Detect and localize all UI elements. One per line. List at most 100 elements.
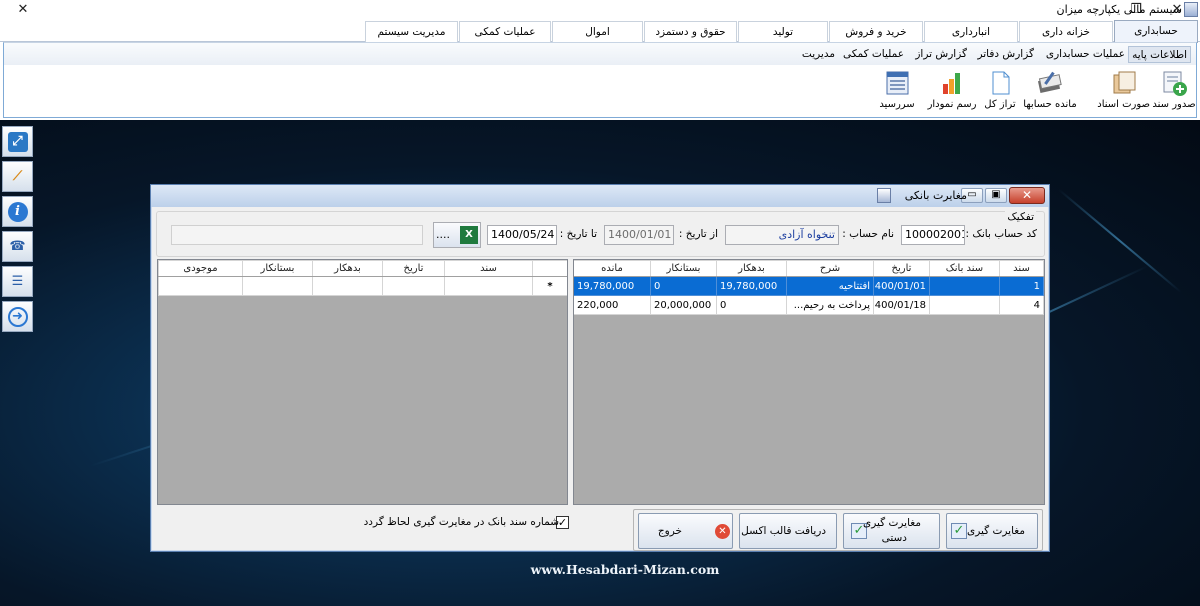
- ribbon-label: صدور سند: [1152, 99, 1196, 110]
- wand-button[interactable]: ⟋: [2, 161, 33, 192]
- column-header[interactable]: موجودی: [158, 260, 243, 277]
- table-cell: 0: [650, 276, 717, 296]
- ribbon-account-balances[interactable]: مانده حسابها: [1021, 69, 1079, 115]
- ribbon-label: مانده حسابها: [1023, 99, 1077, 110]
- calendar-list-icon: [882, 69, 912, 97]
- column-header[interactable]: سند: [999, 260, 1044, 277]
- ribbon-label: صورت اسناد: [1097, 99, 1150, 110]
- column-header[interactable]: تاریخ: [873, 260, 930, 277]
- new-row[interactable]: *: [158, 276, 567, 296]
- logout-icon: ➜: [7, 306, 28, 327]
- dialog-maximize-button[interactable]: ▣: [985, 188, 1007, 203]
- tab-helper-ops[interactable]: عملیات کمکی: [459, 21, 551, 42]
- bank-records-table: سند سند بانک تاریخ شرح بدهکار بستانکار م…: [574, 260, 1044, 315]
- tab-sales[interactable]: خرید و فروش: [829, 21, 923, 42]
- table-cell[interactable]: [382, 276, 445, 296]
- exit-button[interactable]: ✕ خروج: [638, 513, 733, 549]
- dialog-title: مغایرت بانکی: [904, 189, 967, 202]
- tab-inventory[interactable]: انبارداری: [924, 21, 1018, 42]
- ledger-records-grid[interactable]: سند تاریخ بدهکار بستانکار موجودی *: [157, 259, 568, 505]
- excel-template-button[interactable]: دریافت قالب اکسل: [739, 513, 837, 549]
- info-button[interactable]: i: [2, 196, 33, 227]
- button-label: خروج: [657, 525, 682, 537]
- subtab-balance-reports[interactable]: گزارش تراز: [912, 46, 970, 63]
- table-row[interactable]: 4 1400/01/18 پرداخت به رحیم... 0 20,000,…: [574, 295, 1044, 315]
- table-cell[interactable]: [312, 276, 383, 296]
- reconcile-button[interactable]: ✓ مغایرت گیری: [946, 513, 1038, 549]
- column-header[interactable]: تاریخ: [382, 260, 445, 277]
- ribbon-label: تراز کل: [984, 99, 1016, 110]
- subtab-management[interactable]: مدیریت: [799, 46, 838, 63]
- column-header[interactable]: مانده: [574, 260, 651, 277]
- dialog-close-button[interactable]: ✕: [1009, 187, 1045, 204]
- table-header-row: سند تاریخ بدهکار بستانکار موجودی: [158, 260, 567, 277]
- table-cell: 19,780,000: [716, 276, 787, 296]
- ledger-records-table: سند تاریخ بدهکار بستانکار موجودی *: [158, 260, 567, 296]
- ribbon-trial-balance[interactable]: تراز کل: [982, 69, 1018, 115]
- resize-button[interactable]: ⤢: [2, 126, 33, 157]
- check-icon: ✓: [951, 523, 967, 539]
- ribbon-label: رسم نمودار: [927, 99, 977, 110]
- ribbon-label: سررسید: [879, 99, 915, 110]
- table-cell: 4: [999, 295, 1044, 315]
- table-cell: 1: [999, 276, 1044, 296]
- notes-button[interactable]: ☰: [2, 266, 33, 297]
- manual-reconcile-button[interactable]: ✓ مغایرت گیری دستی: [843, 513, 940, 549]
- close-button[interactable]: ✕: [0, 0, 46, 20]
- subtab-helper-ops[interactable]: عملیات کمکی: [840, 46, 907, 63]
- column-header[interactable]: بستانکار: [242, 260, 313, 277]
- subtab-ledger-reports[interactable]: گزارش دفاتر: [974, 46, 1037, 63]
- from-date-field: 1400/01/01: [604, 225, 674, 245]
- table-cell[interactable]: [158, 276, 243, 296]
- logout-button[interactable]: ➜: [2, 301, 33, 332]
- app-title: سیستم مالی یکپارچه میزان: [1056, 3, 1182, 16]
- resize-icon: ⤢: [7, 131, 28, 152]
- tab-payroll[interactable]: حقوق و دستمزد: [644, 21, 737, 42]
- ribbon-issue-document[interactable]: صدور سند: [1152, 69, 1196, 115]
- subtab-basic-info[interactable]: اطلاعات پایه: [1128, 46, 1191, 63]
- table-cell[interactable]: [242, 276, 313, 296]
- column-header[interactable]: بدهکار: [312, 260, 383, 277]
- table-cell: 0: [716, 295, 787, 315]
- bank-records-grid[interactable]: سند سند بانک تاریخ شرح بدهکار بستانکار م…: [573, 259, 1045, 505]
- documents-icon: [1110, 69, 1140, 97]
- row-selector-header: [532, 260, 567, 277]
- tab-treasury[interactable]: خزانه داری: [1019, 21, 1113, 42]
- subtab-accounting-ops[interactable]: عملیات حسابداری: [1043, 46, 1128, 63]
- table-cell[interactable]: [444, 276, 533, 296]
- action-buttons-group: ✓ مغایرت گیری ✓ مغایرت گیری دستی دریافت …: [633, 509, 1043, 551]
- account-code-input[interactable]: 100002001: [901, 225, 965, 245]
- ribbon-due-dates[interactable]: سررسید: [877, 69, 917, 115]
- column-header[interactable]: سند بانک: [929, 260, 1000, 277]
- tab-system-admin[interactable]: مدیریت سیستم: [365, 21, 458, 42]
- table-row[interactable]: 1 1400/01/01 افتتاحیه 19,780,000 0 19,78…: [574, 276, 1044, 296]
- column-header[interactable]: شرح: [786, 260, 874, 277]
- table-cell: 1400/01/01: [873, 276, 930, 296]
- column-header[interactable]: بستانکار: [650, 260, 717, 277]
- table-cell: افتتاحیه: [786, 276, 874, 296]
- phone-button[interactable]: ☎: [2, 231, 33, 262]
- tab-production[interactable]: تولید: [738, 21, 828, 42]
- column-header[interactable]: بدهکار: [716, 260, 787, 277]
- title-bar: ✕ ❐ ✕ سیستم مالی یکپارچه میزان: [0, 0, 1200, 20]
- tab-accounting[interactable]: حسابداری: [1114, 20, 1198, 43]
- from-date-label: از تاریخ :: [678, 228, 718, 240]
- phone-icon: ☎: [9, 239, 26, 254]
- button-label: دستی: [881, 532, 907, 544]
- wand-icon: ⟋: [12, 169, 23, 184]
- column-header[interactable]: سند: [444, 260, 533, 277]
- excel-button[interactable]: X ....: [433, 222, 481, 248]
- account-name-label: نام حساب :: [842, 228, 894, 240]
- browse-label: ....: [436, 228, 450, 241]
- new-row-marker: *: [532, 276, 567, 296]
- notebook-pen-icon: [1035, 69, 1065, 97]
- bar-chart-icon: [937, 69, 967, 97]
- button-label: مغایرت گیری: [966, 525, 1025, 537]
- tab-assets[interactable]: اموال: [552, 21, 643, 42]
- ribbon-documents-list[interactable]: صورت اسناد: [1097, 69, 1150, 115]
- ribbon-draw-chart[interactable]: رسم نمودار: [926, 69, 978, 115]
- table-cell: 220,000: [574, 295, 651, 315]
- table-cell: 1400/01/18: [873, 295, 930, 315]
- to-date-input[interactable]: 1400/05/24: [487, 225, 557, 245]
- bank-reconciliation-dialog: ✕ ▣ ▭ مغایرت بانکی تفکیک کد حساب بانک : …: [150, 184, 1050, 552]
